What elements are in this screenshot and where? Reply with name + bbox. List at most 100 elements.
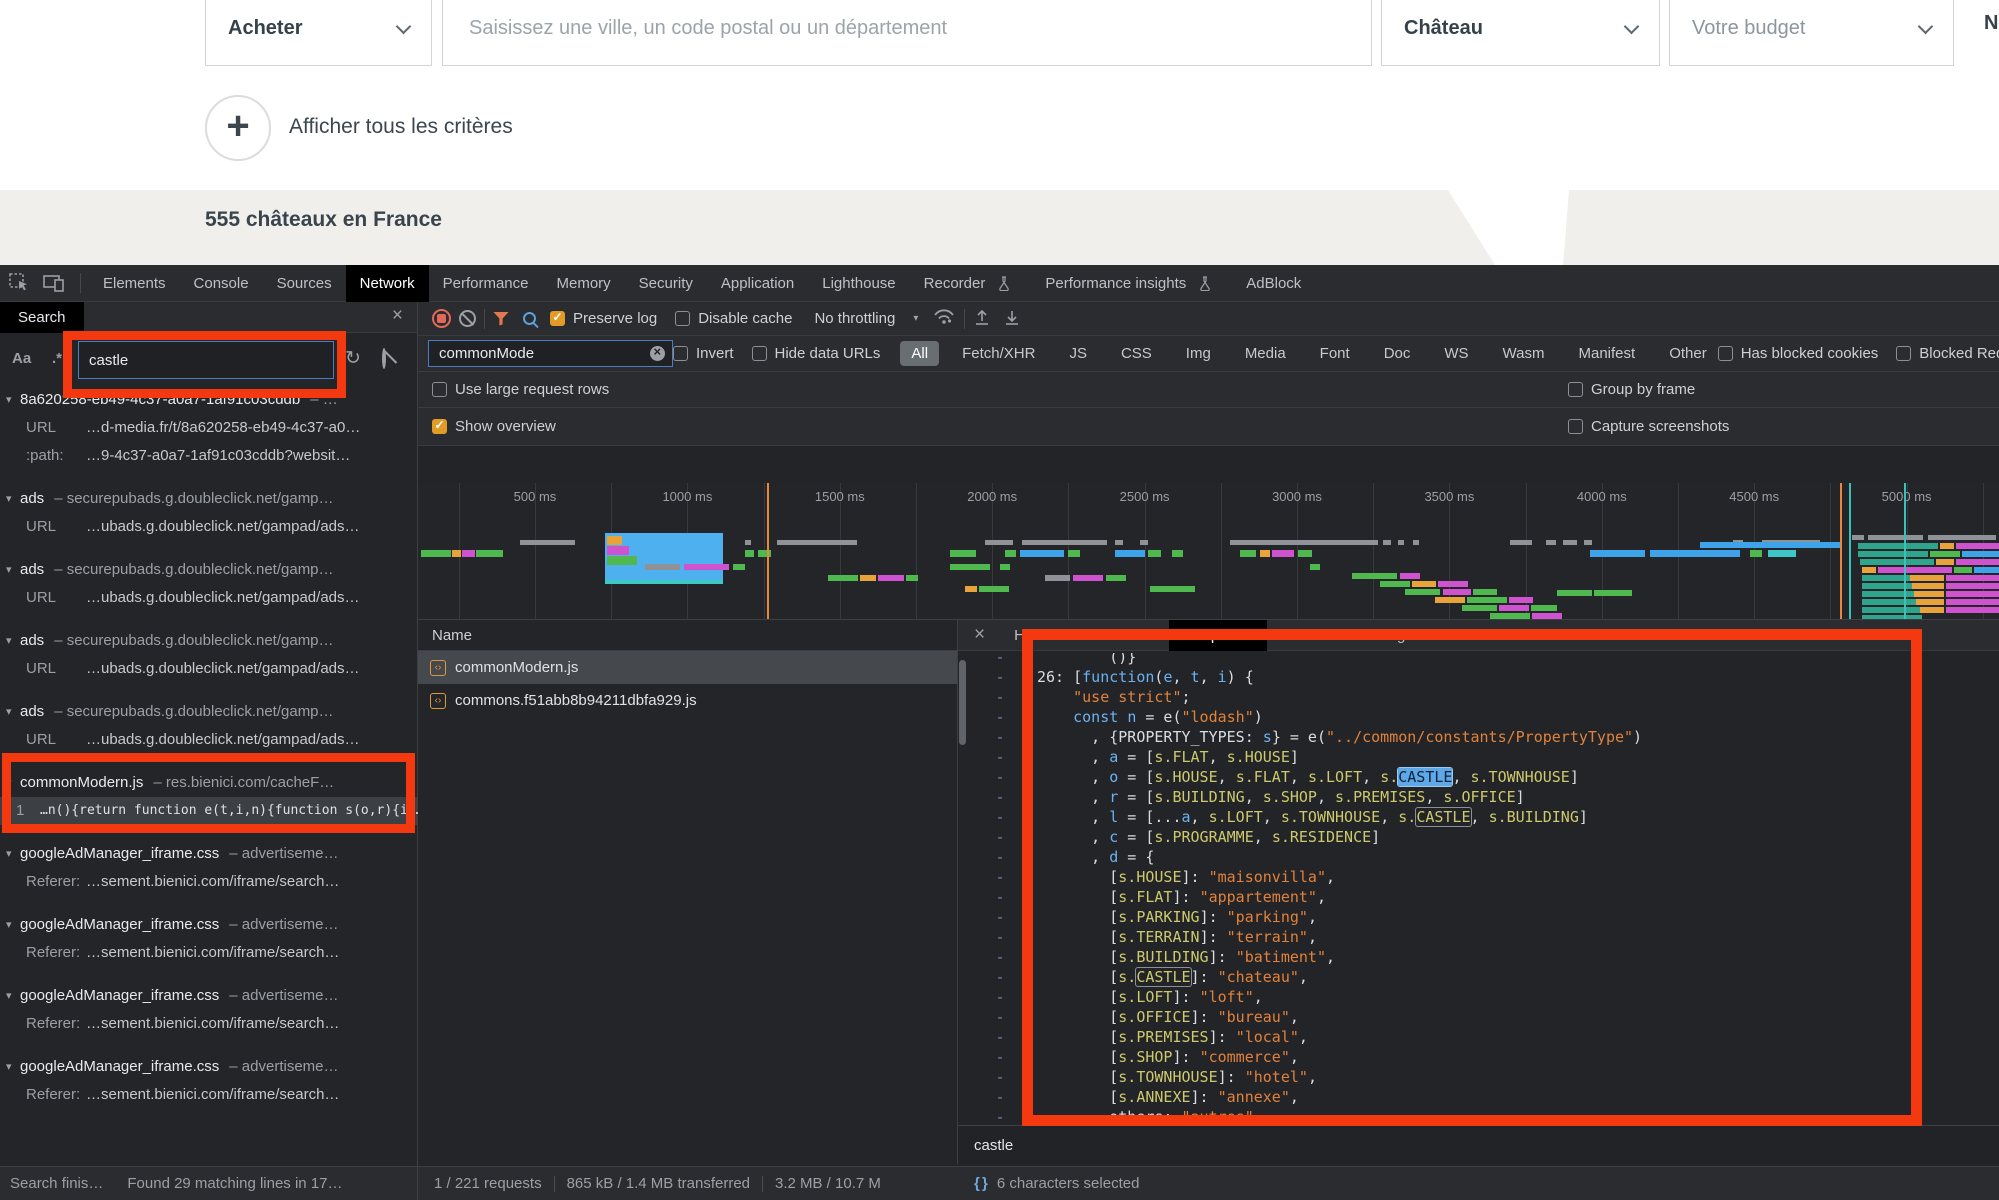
name-column-header[interactable]: Name (432, 627, 472, 644)
disclosure-triangle-icon[interactable]: ▾ (6, 698, 12, 726)
fold-marker-icon[interactable]: - (992, 687, 1008, 707)
fold-marker-icon[interactable]: - (992, 653, 1008, 667)
refresh-icon[interactable]: ↻ (345, 347, 361, 370)
group-by-frame-label[interactable]: Group by frame (1591, 381, 1695, 398)
use-large-rows-checkbox[interactable] (432, 382, 447, 397)
fold-marker-icon[interactable]: - (992, 707, 1008, 727)
capture-screenshots-label[interactable]: Capture screenshots (1591, 418, 1729, 435)
invert-checkbox[interactable] (673, 346, 688, 361)
search-result-item[interactable]: ▾commonModern.js– res.bienici.com/cacheF… (0, 769, 418, 797)
hide-data-urls-checkbox[interactable] (752, 346, 767, 361)
devtools-tab-recorder[interactable]: Recorder (910, 265, 1032, 302)
search-result-item[interactable]: ▾ads– securepubads.g.doubleclick.net/gam… (0, 485, 418, 513)
search-result-detail[interactable]: URL…ubads.g.doubleclick.net/gampad/ads… (0, 655, 418, 683)
show-overview-label[interactable]: Show overview (455, 418, 556, 435)
record-network-log-icon[interactable] (432, 309, 451, 328)
fold-marker-icon[interactable]: - (992, 827, 1008, 847)
search-icon[interactable] (523, 312, 536, 325)
fold-marker-icon[interactable]: - (992, 987, 1008, 1007)
search-result-item[interactable]: ▾ads– securepubads.g.doubleclick.net/gam… (0, 556, 418, 584)
filter-type-wasm[interactable]: Wasm (1492, 341, 1556, 366)
filter-type-css[interactable]: CSS (1110, 341, 1163, 366)
import-har-icon[interactable] (973, 308, 991, 330)
devtools-tab-lighthouse[interactable]: Lighthouse (808, 265, 909, 302)
close-icon[interactable]: × (392, 305, 403, 327)
fold-marker-icon[interactable]: - (992, 847, 1008, 867)
search-result-detail[interactable]: URL…ubads.g.doubleclick.net/gampad/ads… (0, 513, 418, 541)
disclosure-triangle-icon[interactable]: ▾ (6, 388, 12, 414)
fold-marker-icon[interactable]: - (992, 1047, 1008, 1067)
blocked-requests-label[interactable]: Blocked Requests (1919, 345, 1999, 362)
search-result-item[interactable]: ▾googleAdManager_iframe.css– advertiseme… (0, 911, 418, 939)
search-result-detail[interactable]: URL…ubads.g.doubleclick.net/gampad/ads… (0, 726, 418, 754)
close-icon[interactable]: × (958, 624, 999, 646)
response-tab-preview[interactable]: Preview (1086, 620, 1169, 651)
filter-type-ws[interactable]: WS (1433, 341, 1479, 366)
clear-filter-icon[interactable] (650, 346, 665, 361)
search-result-detail[interactable]: Referer:…sement.bienici.com/iframe/searc… (0, 868, 418, 896)
fold-marker-icon[interactable]: - (992, 947, 1008, 967)
devtools-tab-application[interactable]: Application (707, 265, 808, 302)
devtools-tab-elements[interactable]: Elements (89, 265, 180, 302)
filter-type-other[interactable]: Other (1658, 341, 1718, 366)
show-all-criteria-label[interactable]: Afficher tous les critères (289, 115, 513, 139)
has-blocked-cookies-label[interactable]: Has blocked cookies (1741, 345, 1879, 362)
devtools-tab-network[interactable]: Network (346, 265, 429, 302)
filter-type-font[interactable]: Font (1309, 341, 1361, 366)
fold-marker-icon[interactable]: - (992, 927, 1008, 947)
filter-type-doc[interactable]: Doc (1373, 341, 1422, 366)
fold-marker-icon[interactable]: - (992, 1107, 1008, 1123)
match-case-toggle[interactable]: Aa (12, 350, 31, 367)
clear-search-icon[interactable] (382, 350, 386, 367)
disclosure-triangle-icon[interactable]: ▾ (6, 1053, 12, 1081)
filter-type-img[interactable]: Img (1175, 341, 1222, 366)
response-tab-headers[interactable]: Headers (999, 620, 1086, 651)
disclosure-triangle-icon[interactable]: ▾ (6, 769, 12, 797)
filter-type-fetch-xhr[interactable]: Fetch/XHR (951, 341, 1046, 366)
filter-type-js[interactable]: JS (1058, 341, 1098, 366)
search-result-item[interactable]: ▾ads– securepubads.g.doubleclick.net/gam… (0, 698, 418, 726)
search-result-item[interactable]: ▾8a620258-eb49-4c37-a0a7-1af91c03cddb– … (0, 388, 418, 414)
fold-marker-icon[interactable]: - (992, 767, 1008, 787)
disclosure-triangle-icon[interactable]: ▾ (6, 982, 12, 1010)
filter-type-manifest[interactable]: Manifest (1568, 341, 1647, 366)
response-code-viewer[interactable]: - ()}-26: [function(e, t, i) {- "use str… (958, 653, 1999, 1123)
disclosure-triangle-icon[interactable]: ▾ (6, 911, 12, 939)
filter-icon[interactable] (493, 312, 509, 326)
devtools-tab-performance[interactable]: Performance (429, 265, 543, 302)
regex-toggle[interactable]: .* (52, 350, 62, 367)
search-result-item[interactable]: ▾googleAdManager_iframe.css– advertiseme… (0, 982, 418, 1010)
filter-type-media[interactable]: Media (1234, 341, 1297, 366)
preserve-log-checkbox[interactable] (550, 311, 565, 326)
fold-marker-icon[interactable]: - (992, 867, 1008, 887)
request-list-header[interactable]: Name (418, 620, 957, 651)
filter-type-all[interactable]: All (900, 341, 939, 366)
transaction-type-dropdown[interactable]: Acheter (205, 0, 432, 66)
response-find-bar[interactable]: castle (958, 1125, 1999, 1164)
response-tab-initiator[interactable]: Initiator (1267, 620, 1346, 651)
network-conditions-icon[interactable] (932, 308, 956, 329)
fold-marker-icon[interactable]: - (992, 747, 1008, 767)
request-row[interactable]: ‹›commonModern.js (418, 651, 957, 684)
fold-marker-icon[interactable]: - (992, 1027, 1008, 1047)
devtools-tab-performance-insights[interactable]: Performance insights (1031, 265, 1232, 302)
property-type-dropdown[interactable]: Château (1381, 0, 1660, 66)
devtools-tab-memory[interactable]: Memory (543, 265, 625, 302)
fold-marker-icon[interactable]: - (992, 807, 1008, 827)
fold-marker-icon[interactable]: - (992, 787, 1008, 807)
devtools-tab-adblock[interactable]: AdBlock (1232, 265, 1315, 302)
devtools-tab-security[interactable]: Security (625, 265, 707, 302)
has-blocked-cookies-checkbox[interactable] (1718, 346, 1733, 361)
fold-marker-icon[interactable]: - (992, 727, 1008, 747)
disclosure-triangle-icon[interactable]: ▾ (6, 556, 12, 584)
disable-cache-checkbox[interactable] (675, 311, 690, 326)
devtools-tab-sources[interactable]: Sources (263, 265, 346, 302)
network-overview-waterfall[interactable]: 500 ms1000 ms1500 ms2000 ms2500 ms3000 m… (418, 483, 1999, 620)
search-panel-title[interactable]: Search (0, 302, 84, 333)
clear-network-log-icon[interactable] (459, 310, 476, 327)
invert-label[interactable]: Invert (696, 345, 734, 362)
disclosure-triangle-icon[interactable]: ▾ (6, 627, 12, 655)
location-search-input[interactable] (442, 0, 1372, 66)
search-result-item[interactable]: ▾googleAdManager_iframe.css– advertiseme… (0, 840, 418, 868)
search-result-item[interactable]: ▾ads– securepubads.g.doubleclick.net/gam… (0, 627, 418, 655)
